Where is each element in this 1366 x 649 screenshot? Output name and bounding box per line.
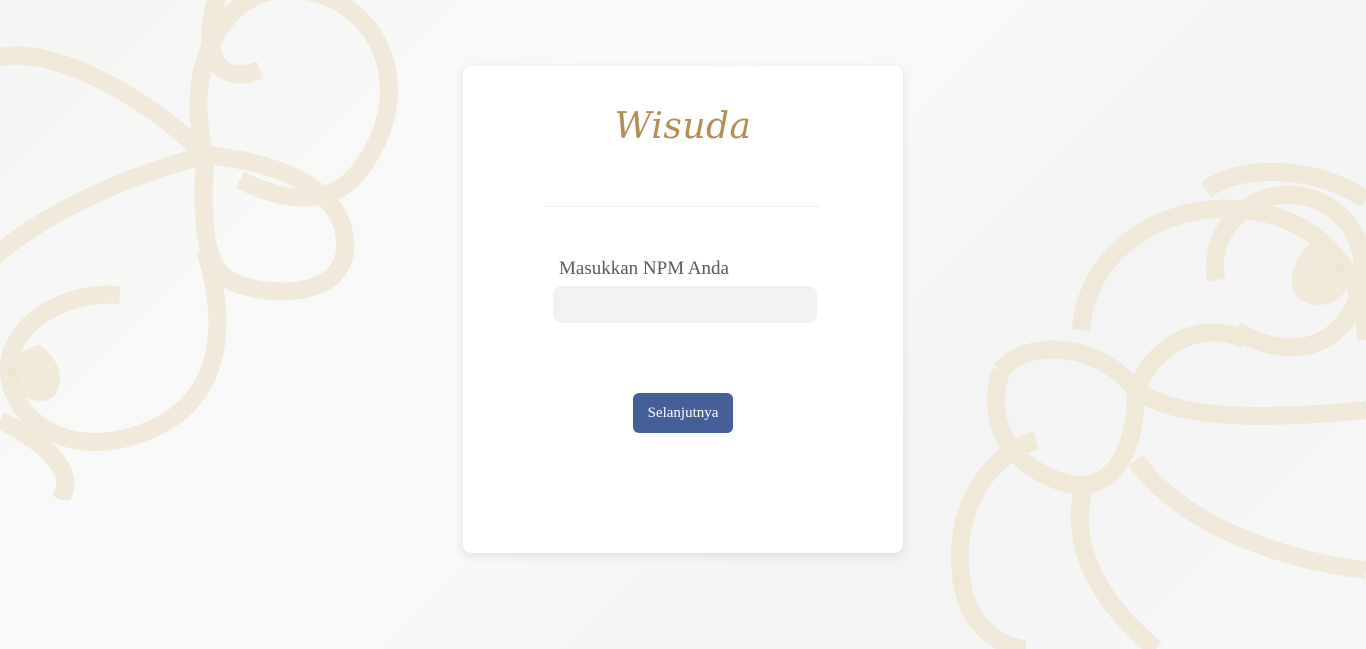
floral-ornament-left — [0, 0, 398, 500]
floral-ornament-right — [950, 162, 1366, 649]
npm-input[interactable] — [553, 286, 817, 323]
npm-label: Masukkan NPM Anda — [559, 258, 729, 279]
wisuda-logo: Wisuda — [614, 106, 752, 147]
next-button[interactable]: Selanjutnya — [633, 393, 733, 433]
login-card: Wisuda Masukkan NPM Anda Selanjutnya — [463, 66, 903, 553]
divider — [544, 206, 819, 207]
